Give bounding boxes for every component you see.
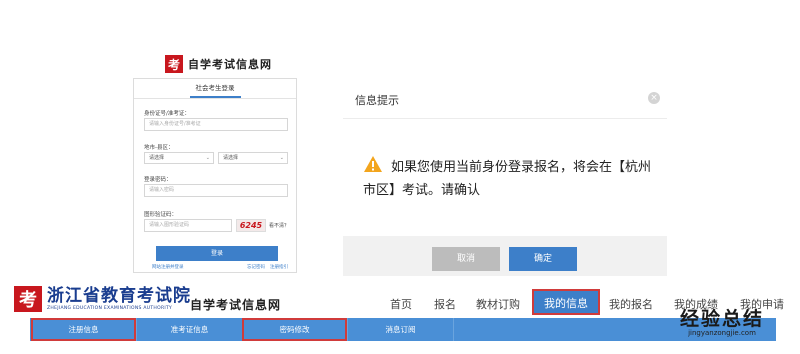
nav-my-info[interactable]: 我的信息	[532, 289, 600, 315]
cancel-button[interactable]: 取消	[432, 247, 500, 271]
register-guide-link[interactable]: 注册指引	[270, 264, 288, 270]
id-label: 身份证号/准考证：	[144, 111, 190, 117]
nav-textbook[interactable]: 教材订购	[476, 296, 520, 312]
mini-logo: 考 自学考试信息网	[165, 54, 272, 74]
watermark: 经验总结 jingyanzongjie.com	[652, 304, 792, 337]
nav-home[interactable]: 首页	[390, 296, 412, 312]
mini-logo-text: 自学考试信息网	[188, 58, 272, 71]
sub-nav-divider	[453, 318, 454, 341]
captcha-input[interactable]: 请输入图形验证码	[144, 219, 232, 232]
sub-nav-message-subscription[interactable]: 消息订阅	[348, 318, 453, 341]
watermark-text: 经验总结	[679, 308, 764, 330]
login-links-right: 忘记密码 注册指引	[247, 264, 288, 270]
login-tab-label: 社会考生登录	[189, 79, 241, 98]
ok-button[interactable]: 确定	[509, 247, 577, 271]
city-label: 地市-县区：	[144, 145, 174, 151]
watermark-url: jingyanzongjie.com	[688, 329, 756, 337]
site-logo[interactable]: 考 浙江省教育考试院 ZHEJIANG EDUCATION EXAMINATIO…	[14, 286, 191, 312]
dialog-footer	[343, 236, 667, 276]
exam-logo-icon: 考	[165, 55, 183, 73]
nav-my-registration[interactable]: 我的报名	[609, 296, 653, 312]
login-button[interactable]: 登录	[156, 246, 278, 261]
dialog-title: 信息提示	[355, 94, 399, 107]
site-name: 浙江省教育考试院	[47, 286, 191, 306]
district-select[interactable]: 请选择 ⌄	[218, 152, 288, 164]
captcha-image[interactable]: 6245	[236, 219, 266, 232]
password-input[interactable]: 请输入密码	[144, 184, 288, 197]
chevron-down-icon: ⌄	[205, 155, 210, 161]
close-icon[interactable]: ×	[648, 92, 660, 104]
register-link[interactable]: 网站注册并登录	[152, 264, 184, 270]
city-select[interactable]: 请选择 ⌄	[144, 152, 214, 164]
forgot-password-link[interactable]: 忘记密码	[247, 264, 265, 270]
warning-icon	[363, 155, 383, 180]
login-card: 社会考生登录 身份证号/准考证： 请输入身份证号/准考证 地市-县区： 请选择 …	[133, 78, 297, 273]
city-select-value: 请选择	[149, 155, 165, 161]
chevron-down-icon: ⌄	[279, 155, 284, 161]
password-label: 登录密码：	[144, 177, 172, 183]
login-tab[interactable]: 社会考生登录	[134, 79, 296, 99]
district-select-value: 请选择	[223, 155, 239, 161]
sub-nav-change-password[interactable]: 密码修改	[242, 318, 347, 341]
site-subtitle: 自学考试信息网	[190, 298, 282, 312]
dialog-message: 如果您使用当前身份登录报名，将会在【杭州市区】考试。请确认	[363, 155, 663, 201]
nav-register[interactable]: 报名	[434, 296, 456, 312]
site-name-en: ZHEJIANG EDUCATION EXAMINATIONS AUTHORIT…	[47, 306, 173, 311]
sub-nav-registration-info[interactable]: 注册信息	[31, 318, 136, 341]
exam-logo-icon: 考	[14, 286, 42, 312]
id-input[interactable]: 请输入身份证号/准考证	[144, 118, 288, 131]
refresh-captcha-link[interactable]: 看不清？	[269, 222, 289, 229]
dialog-message-text: 如果您使用当前身份登录报名，将会在【杭州市区】考试。请确认	[363, 160, 652, 198]
sub-nav-admission-ticket[interactable]: 准考证信息	[137, 318, 242, 341]
dialog-divider	[343, 118, 667, 119]
login-links: 网站注册并登录 忘记密码 注册指引	[134, 264, 296, 270]
captcha-label: 图形验证码：	[144, 212, 178, 218]
info-dialog: 信息提示 × 如果您使用当前身份登录报名，将会在【杭州市区】考试。请确认 取消 …	[343, 78, 667, 276]
site-name-block: 浙江省教育考试院 ZHEJIANG EDUCATION EXAMINATIONS…	[47, 287, 191, 311]
